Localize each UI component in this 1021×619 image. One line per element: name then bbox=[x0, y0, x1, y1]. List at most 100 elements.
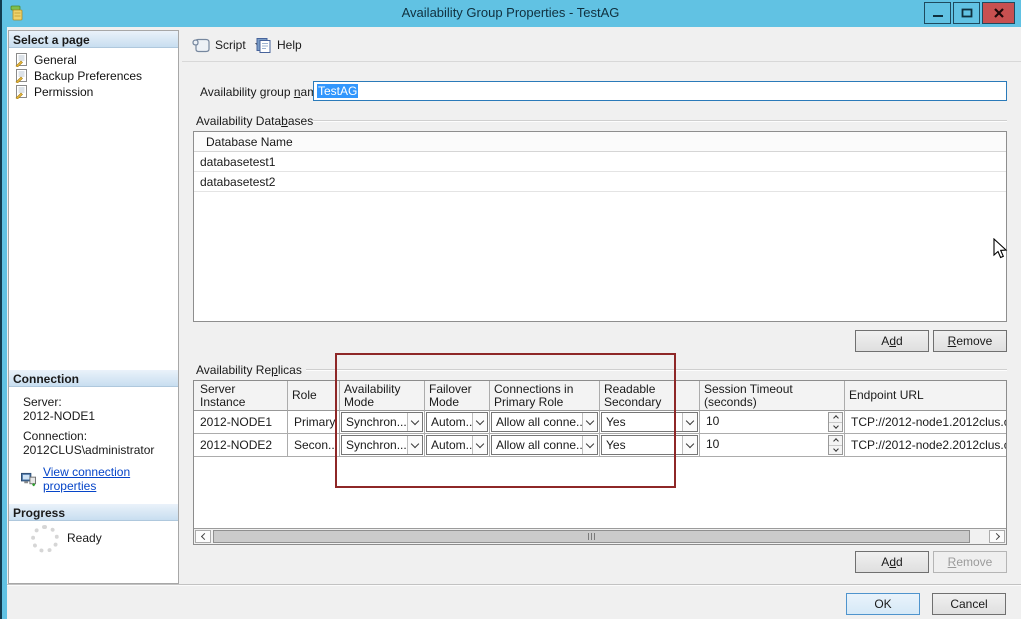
spin-up-icon[interactable] bbox=[829, 413, 842, 423]
window-left-border bbox=[2, 27, 7, 619]
spin-down-icon[interactable] bbox=[829, 446, 842, 455]
add-replica-button[interactable]: Add bbox=[855, 551, 929, 573]
column-header-failover-mode[interactable]: Failover Mode bbox=[425, 381, 490, 411]
chevron-down-icon[interactable] bbox=[582, 436, 597, 454]
group-divider bbox=[312, 120, 1007, 122]
column-header-connections-in-primary-role[interactable]: Connections in Primary Role bbox=[490, 381, 600, 411]
column-header-availability-mode[interactable]: Availability Mode bbox=[340, 381, 425, 411]
select-a-page-header: Select a page bbox=[9, 31, 178, 48]
chevron-down-icon[interactable] bbox=[472, 413, 487, 431]
database-row[interactable]: databasetest1 bbox=[194, 152, 1006, 172]
availability-group-name-label: Availability group name: bbox=[200, 85, 327, 99]
session-timeout-spinner[interactable] bbox=[828, 412, 843, 432]
readable-secondary-cell: Yes bbox=[600, 434, 700, 457]
close-button[interactable] bbox=[982, 2, 1015, 24]
selected-text: TestAG bbox=[317, 84, 358, 98]
chevron-right-icon bbox=[992, 533, 999, 540]
availability-replicas-group-label: Availability Replicas bbox=[196, 363, 302, 377]
database-name-column-header[interactable]: Database Name bbox=[194, 132, 1006, 152]
sidebar-item-label: Permission bbox=[34, 85, 93, 99]
server-instance-cell[interactable]: 2012-NODE1 bbox=[194, 411, 288, 434]
role-cell: Secon... bbox=[288, 434, 340, 457]
script-button-label: Script bbox=[215, 38, 246, 52]
view-connection-properties-row: View connection properties bbox=[21, 465, 178, 493]
failover-mode-select[interactable]: Autom... bbox=[426, 435, 488, 455]
sidebar-item-permission[interactable]: Permission bbox=[15, 84, 93, 100]
endpoint-url-cell[interactable]: TCP://2012-node2.2012clus.com bbox=[845, 434, 1006, 457]
failover-mode-cell: Autom... bbox=[425, 411, 490, 434]
script-button[interactable]: Script bbox=[192, 37, 263, 53]
help-button-label: Help bbox=[277, 38, 302, 52]
column-header-session-timeout[interactable]: Session Timeout (seconds) bbox=[700, 381, 845, 411]
maximize-icon bbox=[961, 7, 973, 19]
column-header-server-instance[interactable]: Server Instance bbox=[194, 381, 288, 411]
horizontal-scrollbar[interactable] bbox=[194, 528, 1006, 544]
view-connection-properties-link[interactable]: View connection properties bbox=[43, 465, 178, 493]
availability-replicas-grid: Server Instance Role Availability Mode F… bbox=[193, 380, 1007, 545]
failover-mode-select[interactable]: Autom... bbox=[426, 412, 488, 432]
column-header-readable-secondary[interactable]: Readable Secondary bbox=[600, 381, 700, 411]
availability-mode-select[interactable]: Synchron... bbox=[341, 435, 423, 455]
readable-secondary-select[interactable]: Yes bbox=[601, 435, 698, 455]
connections-select[interactable]: Allow all conne... bbox=[491, 412, 598, 432]
progress-section-header: Progress bbox=[9, 504, 178, 521]
script-icon bbox=[192, 37, 210, 53]
endpoint-url-cell[interactable]: TCP://2012-node1.2012clus.com bbox=[845, 411, 1006, 434]
failover-mode-cell: Autom... bbox=[425, 434, 490, 457]
column-header-role[interactable]: Role bbox=[288, 381, 340, 411]
connection-section-header: Connection bbox=[9, 370, 178, 387]
window-title: Availability Group Properties - TestAG bbox=[0, 5, 1021, 20]
group-divider bbox=[306, 369, 1007, 371]
connection-label: Connection: bbox=[23, 429, 87, 443]
maximize-button[interactable] bbox=[953, 2, 980, 24]
column-header-endpoint-url[interactable]: Endpoint URL bbox=[845, 381, 1006, 411]
readable-secondary-select[interactable]: Yes bbox=[601, 412, 698, 432]
minimize-icon bbox=[932, 7, 944, 19]
availability-mode-select[interactable]: Synchron... bbox=[341, 412, 423, 432]
server-instance-cell[interactable]: 2012-NODE2 bbox=[194, 434, 288, 457]
connections-in-primary-role-cell: Allow all conne... bbox=[490, 434, 600, 457]
availability-mode-cell: Synchron... bbox=[340, 434, 425, 457]
chevron-down-icon[interactable] bbox=[582, 413, 597, 431]
help-icon bbox=[255, 37, 272, 53]
sidebar-item-general[interactable]: General bbox=[15, 52, 77, 68]
sidebar-item-backup-preferences[interactable]: Backup Preferences bbox=[15, 68, 142, 84]
scrollbar-thumb[interactable] bbox=[213, 530, 970, 543]
connections-select[interactable]: Allow all conne... bbox=[491, 435, 598, 455]
connections-in-primary-role-cell: Allow all conne... bbox=[490, 411, 600, 434]
availability-group-name-input[interactable]: TestAG bbox=[313, 81, 1007, 101]
session-timeout-spinner[interactable] bbox=[828, 435, 843, 455]
availability-databases-list: Database Name databasetest1 databasetest… bbox=[193, 131, 1007, 322]
minimize-button[interactable] bbox=[924, 2, 951, 24]
connection-value: 2012CLUS\administrator bbox=[23, 443, 154, 457]
chevron-down-icon[interactable] bbox=[407, 413, 422, 431]
chevron-down-icon[interactable] bbox=[682, 436, 697, 454]
spin-up-icon[interactable] bbox=[829, 436, 842, 446]
remove-database-button[interactable]: Remove bbox=[933, 330, 1007, 352]
database-row[interactable]: databasetest2 bbox=[194, 172, 1006, 192]
session-timeout-cell: 10 bbox=[700, 434, 845, 457]
scroll-left-button[interactable] bbox=[195, 530, 211, 543]
chevron-down-icon[interactable] bbox=[472, 436, 487, 454]
dialog-toolbar: Script Help bbox=[182, 30, 1021, 62]
sidebar-item-label: General bbox=[34, 53, 77, 67]
spin-down-icon[interactable] bbox=[829, 423, 842, 432]
replicas-grid-header: Server Instance Role Availability Mode F… bbox=[194, 381, 1006, 411]
title-bar[interactable]: Availability Group Properties - TestAG bbox=[0, 0, 1021, 27]
scroll-right-button[interactable] bbox=[989, 530, 1005, 543]
help-button[interactable]: Help bbox=[255, 37, 302, 53]
replica-row: 2012-NODE2 Secon... Synchron... Autom...… bbox=[194, 434, 1006, 457]
page-icon bbox=[15, 85, 29, 99]
progress-spinner-icon bbox=[31, 525, 59, 553]
chevron-left-icon bbox=[200, 533, 207, 540]
availability-mode-cell: Synchron... bbox=[340, 411, 425, 434]
session-timeout-value[interactable]: 10 bbox=[701, 435, 828, 455]
add-database-button[interactable]: Add bbox=[855, 330, 929, 352]
chevron-down-icon[interactable] bbox=[682, 413, 697, 431]
cancel-button[interactable]: Cancel bbox=[932, 593, 1006, 615]
session-timeout-value[interactable]: 10 bbox=[701, 412, 828, 432]
chevron-down-icon[interactable] bbox=[407, 436, 422, 454]
progress-status: Ready bbox=[67, 531, 102, 545]
sidebar-item-label: Backup Preferences bbox=[34, 69, 142, 83]
ok-button[interactable]: OK bbox=[846, 593, 920, 615]
